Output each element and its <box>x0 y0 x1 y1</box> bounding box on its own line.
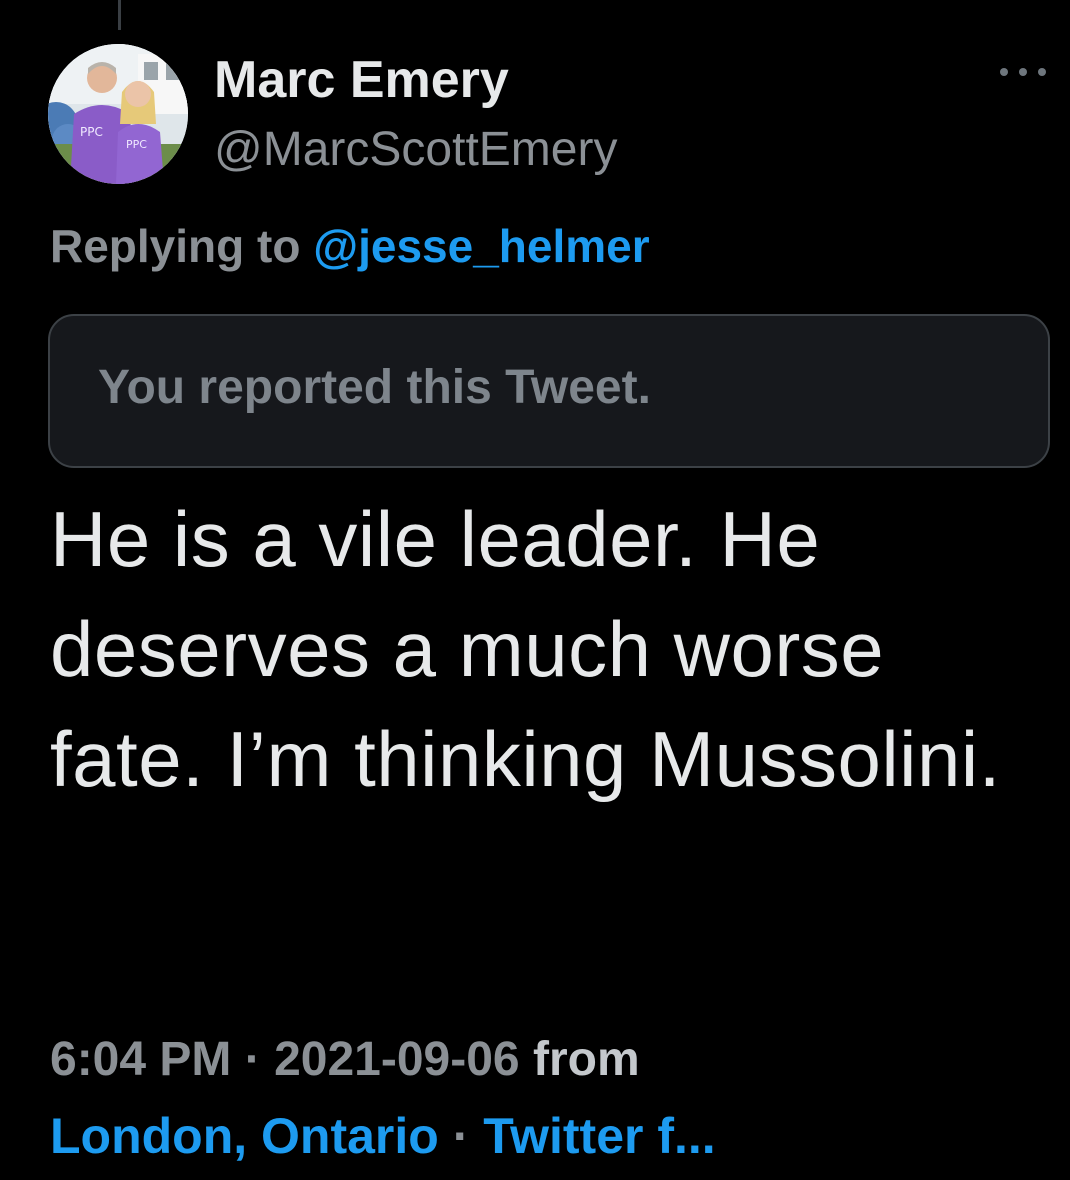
tweet-origin-line: London, Ontario · Twitter f... <box>50 1100 716 1172</box>
svg-text:PPC: PPC <box>80 125 103 139</box>
more-horizontal-icon[interactable] <box>1000 60 1046 84</box>
meta-separator: · <box>244 1033 261 1086</box>
avatar[interactable]: PPC PPC <box>48 44 188 184</box>
author-handle[interactable]: @MarcScottEmery <box>214 118 617 182</box>
more-dot <box>1000 68 1008 76</box>
svg-text:PPC: PPC <box>126 138 147 151</box>
tweet-time[interactable]: 6:04 PM <box>50 1033 231 1086</box>
thread-connector-line <box>118 0 121 30</box>
reported-notice-box: You reported this Tweet. <box>48 314 1050 468</box>
tweet-meta-line: 6:04 PM · 2021-09-06 from <box>50 1024 640 1096</box>
replying-to-line: Replying to @jesse_helmer <box>50 214 650 278</box>
reported-notice-text: You reported this Tweet. <box>98 361 651 414</box>
avatar-photo: PPC PPC <box>48 44 188 184</box>
more-dot <box>1019 68 1027 76</box>
tweet-location-link[interactable]: London, Ontario <box>50 1108 439 1164</box>
replying-to-label: Replying to <box>50 220 301 272</box>
replying-to-mention-link[interactable]: @jesse_helmer <box>313 220 649 272</box>
tweet-date[interactable]: 2021-09-06 <box>274 1033 520 1086</box>
more-dot <box>1038 68 1046 76</box>
tweet-source-link[interactable]: Twitter f... <box>483 1108 715 1164</box>
author-display-name[interactable]: Marc Emery <box>214 48 617 112</box>
from-label: from <box>532 1033 640 1086</box>
tweet-author-block: Marc Emery @MarcScottEmery <box>214 48 617 182</box>
meta-separator: · <box>452 1108 470 1164</box>
tweet-text: He is a vile leader. He deserves a much … <box>50 495 1001 803</box>
